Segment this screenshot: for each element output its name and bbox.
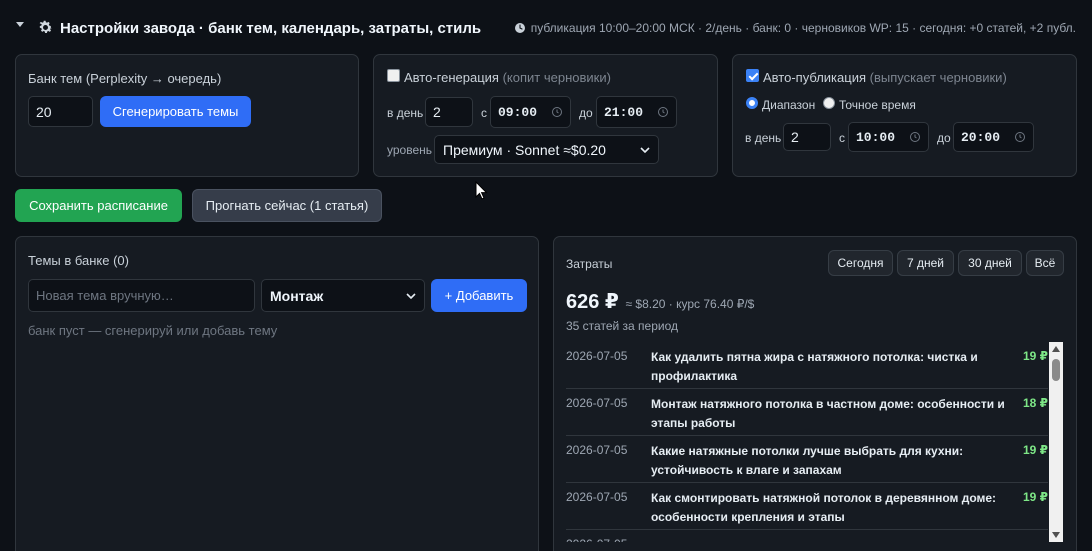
empty-bank-text: банк пуст — сгенерируй или добавь тему: [28, 323, 278, 338]
row-title: Как смонтировать натяжной потолок в дере…: [651, 491, 997, 524]
category-select[interactable]: Монтаж: [261, 279, 425, 312]
table-row: 2026-07-05 Монтаж натяжного потолка в ча…: [566, 389, 1048, 436]
mode-exact-label: Точное время: [839, 98, 916, 112]
auto-publication-card: Авто-публикация (выпускает черновики) Ди…: [732, 54, 1077, 177]
topic-count-input[interactable]: 20: [28, 96, 93, 127]
row-date: 2026-07-05: [566, 396, 628, 410]
row-date: 2026-07-05: [566, 537, 627, 542]
topic-bank-label: Банк тем (Perplexity → очередь): [28, 71, 222, 86]
auto-publication-label: Авто-публикация (выпускает черновики): [763, 70, 1007, 85]
scroll-down-arrow-icon[interactable]: [1052, 532, 1060, 538]
row-amount: 19 ₽: [1022, 490, 1048, 504]
clock-icon: [658, 107, 668, 117]
range-today-button[interactable]: Сегодня: [828, 250, 893, 276]
row-date: 2026-07-05: [566, 443, 628, 457]
from-label: с: [839, 131, 845, 145]
table-row: 2026-07-05 Какие натяжные потолки лучше …: [566, 436, 1048, 483]
collapse-caret-icon[interactable]: [16, 22, 24, 27]
pub-per-day-input[interactable]: 2: [783, 123, 831, 151]
chevron-down-icon: [640, 146, 650, 153]
chevron-down-icon: [406, 292, 416, 299]
auto-generation-checkbox[interactable]: [387, 69, 400, 82]
mode-exact-radio[interactable]: [823, 97, 835, 109]
save-schedule-button[interactable]: Сохранить расписание: [15, 189, 182, 222]
from-label: с: [481, 106, 487, 120]
topic-count-value: 20: [36, 103, 52, 120]
range-7days-button[interactable]: 7 дней: [897, 250, 954, 276]
row-amount: 19 ₽: [1022, 443, 1048, 457]
row-title: Монтаж натяжного потолка в частном доме:…: [651, 397, 1005, 430]
to-label: до: [937, 131, 951, 145]
costs-total: 626 ₽ ≈ $8.20 · курс 76.40 ₽/$: [566, 289, 754, 314]
topics-title: Темы в банке (0): [28, 253, 129, 268]
total-amount: 626 ₽: [566, 291, 619, 313]
status-summary: публикация 10:00–20:00 МСК · 2/день · ба…: [514, 21, 1076, 35]
clock-icon: [910, 132, 920, 142]
table-row: 2026-07-05: [566, 530, 1048, 542]
scroll-thumb[interactable]: [1052, 359, 1060, 381]
table-row: 2026-07-05 Как удалить пятна жира с натя…: [566, 342, 1048, 389]
range-all-button[interactable]: Всё: [1026, 250, 1064, 276]
clock-icon: [514, 23, 525, 33]
status-text: публикация 10:00–20:00 МСК · 2/день · ба…: [530, 21, 1076, 35]
costs-title: Затраты: [566, 257, 613, 271]
period-count: 35 статей за период: [566, 319, 678, 333]
scroll-up-arrow-icon[interactable]: [1052, 346, 1060, 352]
gear-icon: [39, 20, 53, 34]
total-details: ≈ $8.20 · курс 76.40 ₽/$: [625, 297, 755, 311]
gen-from-time-input[interactable]: 09:00: [490, 96, 571, 128]
auto-publication-checkbox[interactable]: [746, 69, 759, 82]
level-label: уровень: [387, 143, 433, 157]
auto-generation-label: Авто-генерация (копит черновики): [404, 70, 611, 85]
row-amount: 18 ₽: [1022, 396, 1048, 410]
row-title: Как удалить пятна жира с натяжного потол…: [651, 350, 978, 383]
add-topic-button[interactable]: + Добавить: [431, 279, 527, 312]
cost-list-scrollbar[interactable]: [1049, 342, 1063, 542]
gen-to-time-input[interactable]: 21:00: [596, 96, 677, 128]
topics-bank-panel: Темы в банке (0) Новая тема вручную… Мон…: [15, 236, 539, 551]
generate-topics-button[interactable]: Сгенерировать темы: [100, 96, 251, 127]
new-topic-input[interactable]: Новая тема вручную…: [28, 279, 255, 312]
per-day-label: в день: [387, 106, 424, 120]
mouse-cursor-icon: [475, 181, 488, 200]
row-amount: 19 ₽: [1022, 349, 1048, 363]
pub-from-time-input[interactable]: 10:00: [848, 122, 929, 152]
clock-icon: [1015, 132, 1025, 142]
row-date: 2026-07-05: [566, 349, 628, 363]
range-30days-button[interactable]: 30 дней: [958, 250, 1022, 276]
cost-list[interactable]: 2026-07-05 Как удалить пятна жира с натя…: [566, 342, 1048, 542]
row-title: Какие натяжные потолки лучше выбрать для…: [651, 444, 964, 477]
per-day-label: в день: [745, 131, 782, 145]
page-title: Настройки завода · банк тем, календарь, …: [60, 20, 482, 37]
to-label: до: [579, 106, 593, 120]
topic-bank-card: Банк тем (Perplexity → очередь) 20 Сгене…: [15, 54, 359, 177]
mode-range-radio[interactable]: [746, 97, 758, 109]
pub-to-time-input[interactable]: 20:00: [953, 122, 1034, 152]
clock-icon: [552, 107, 562, 117]
table-row: 2026-07-05 Как смонтировать натяжной пот…: [566, 483, 1048, 530]
row-date: 2026-07-05: [566, 490, 628, 504]
level-select[interactable]: Премиум · Sonnet ≈$0.20: [434, 135, 659, 164]
mode-range-label: Диапазон: [762, 98, 816, 112]
gen-per-day-input[interactable]: 2: [425, 97, 473, 127]
settings-header[interactable]: Настройки завода · банк тем, календарь, …: [0, 0, 1092, 56]
auto-generation-card: Авто-генерация (копит черновики) в день …: [373, 54, 718, 177]
run-now-button[interactable]: Прогнать сейчас (1 статья): [192, 189, 382, 222]
